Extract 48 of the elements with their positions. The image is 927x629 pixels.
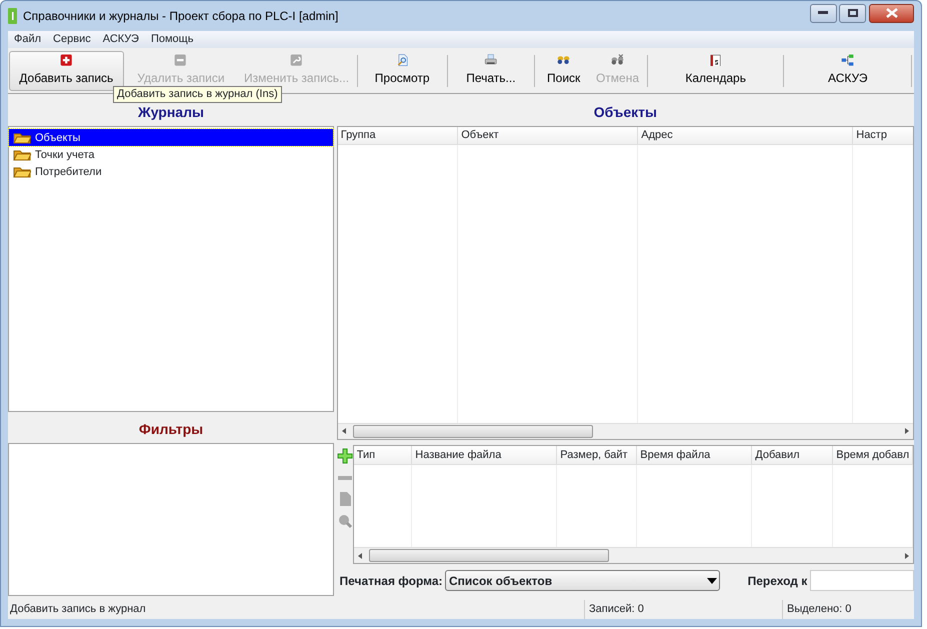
maximize-button[interactable] (839, 4, 866, 23)
scroll-thumb[interactable] (368, 549, 608, 562)
toolbar-button[interactable]: Печать... (450, 50, 532, 91)
plus-icon[interactable] (336, 448, 353, 464)
menu-item[interactable]: АСКУЭ (96, 31, 145, 48)
menu-item[interactable]: Сервис (47, 31, 97, 48)
window-title: Справочники и журналы - Проект сбора по PLC-I [admin] (23, 8, 340, 25)
toolbar-button[interactable]: АСКУЭ (786, 50, 910, 91)
tree-item[interactable]: Точки учета (9, 146, 333, 164)
minimize-icon (818, 11, 828, 16)
toolbar-button[interactable]: Поиск (537, 50, 590, 91)
menu-item[interactable]: Файл (8, 31, 48, 48)
status-text: Выделено: 0 (787, 602, 852, 618)
field-label: Печатная форма: (340, 572, 443, 590)
dropdown[interactable]: Список объектов (445, 570, 720, 592)
column-header[interactable]: Название файла (412, 446, 557, 464)
column-header[interactable]: Размер, байт (556, 446, 637, 464)
field-label: Переход к (748, 572, 808, 590)
toolbar-button[interactable]: Просмотр (360, 50, 445, 91)
column-header[interactable]: Тип (354, 446, 412, 464)
column-header[interactable]: Добавил (752, 446, 833, 464)
app-icon (8, 8, 17, 24)
folder-icon (13, 148, 31, 162)
input-field[interactable] (810, 570, 914, 592)
column-header[interactable]: Настр (852, 126, 913, 145)
column-header[interactable]: Время файла (636, 446, 752, 464)
folder-icon (13, 165, 31, 178)
status-text: Добавить запись в журнал (9, 602, 147, 618)
panel-header: Фильтры (138, 420, 204, 440)
close-button[interactable] (869, 4, 914, 23)
menu-item[interactable]: Помощь (144, 31, 200, 48)
status-text: Записей: 0 (589, 602, 644, 618)
tree-item[interactable]: Потребители (9, 163, 333, 180)
scroll-thumb[interactable] (352, 424, 592, 438)
panel-header: Объекты (594, 102, 657, 122)
tooltip: Добавить запись в журнал (Ins) (113, 86, 282, 103)
minimize-button[interactable] (810, 4, 836, 23)
folder-icon (13, 131, 31, 144)
column-header[interactable]: Группа (338, 126, 458, 145)
panel-header: Журналы (138, 102, 204, 122)
column-header[interactable]: Адрес (638, 126, 853, 145)
toolbar-button[interactable]: Календарь (650, 50, 782, 91)
caret-icon (706, 578, 717, 584)
close-icon (886, 8, 898, 18)
tree-item[interactable]: Объекты (9, 129, 333, 146)
maximize-icon (848, 9, 858, 18)
column-header[interactable]: Объект (458, 126, 638, 145)
column-header[interactable]: Время добавл (832, 446, 913, 464)
